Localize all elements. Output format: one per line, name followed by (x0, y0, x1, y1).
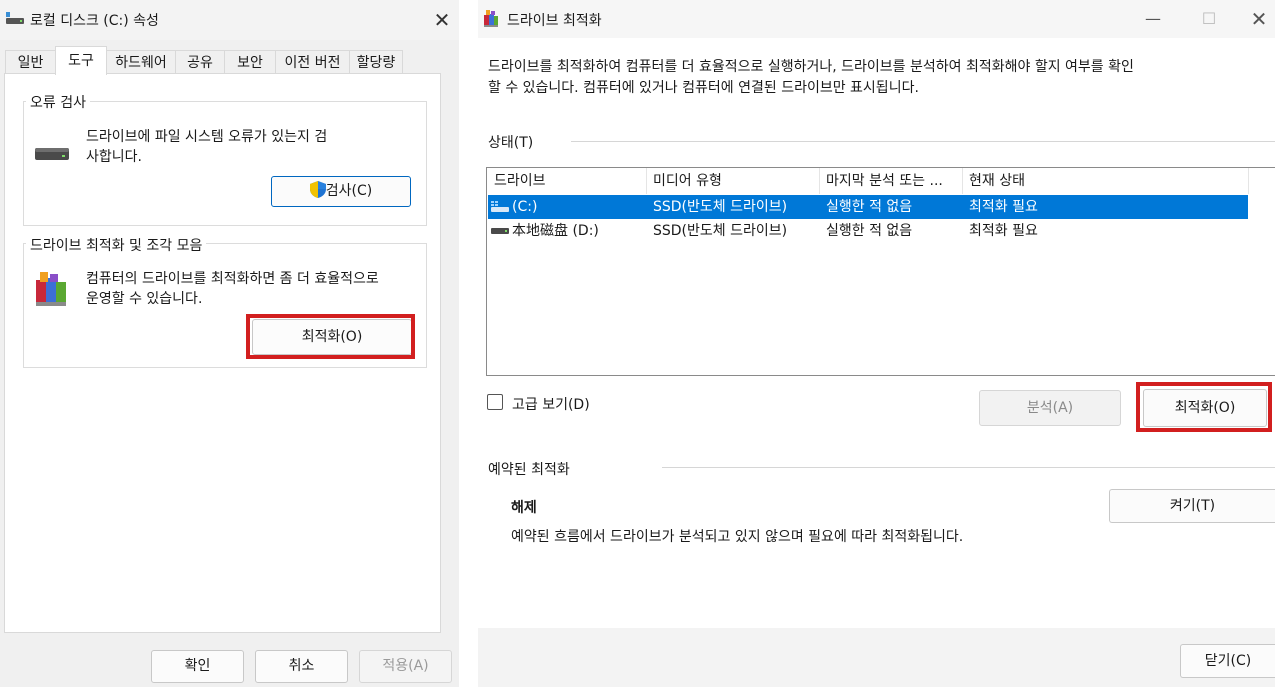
column-media-type[interactable]: 미디어 유형 (647, 168, 820, 194)
analyze-button[interactable]: 분석(A) (979, 390, 1121, 426)
window-gap (459, 0, 478, 687)
optimize-group-label: 드라이브 최적화 및 조각 모음 (26, 235, 207, 255)
column-last-run[interactable]: 마지막 분석 또는 ... (820, 168, 963, 194)
scheduled-label: 예약된 최적화 (488, 462, 570, 478)
drive-icon (6, 12, 24, 24)
uac-shield-icon (309, 181, 326, 198)
optimize-drives-footer (478, 628, 1275, 687)
advanced-view-label[interactable]: 고급 보기(D) (512, 394, 590, 414)
error-check-desc-2: 사합니다. (86, 149, 142, 165)
optimize-drives-title: 드라이브 최적화 (507, 13, 602, 29)
intro-text: 드라이브를 최적화하여 컴퓨터를 더 효율적으로 실행하거나, 드라이브를 분석… (488, 57, 1248, 99)
tab-security[interactable]: 보안 (224, 50, 276, 74)
error-check-group-label: 오류 검사 (26, 92, 90, 112)
defrag-icon (36, 272, 66, 306)
apply-button[interactable]: 적용(A) (359, 650, 452, 683)
drive-row-d[interactable]: 本地磁盘 (D:) SSD(반도체 드라이브) 실행한 적 없음 최적화 필요 (488, 219, 1248, 243)
tab-general[interactable]: 일반 (5, 50, 56, 74)
schedule-state: 해제 (511, 500, 537, 516)
check-button[interactable]: 검사(C) (271, 176, 411, 207)
scheduled-divider (662, 467, 1275, 468)
intro-line-1: 드라이브를 최적화하여 컴퓨터를 더 효율적으로 실행하거나, 드라이브를 분석… (488, 59, 1134, 75)
drive-media: SSD(반도체 드라이브) (653, 223, 788, 239)
turn-on-button[interactable]: 켜기(T) (1109, 489, 1275, 523)
cancel-button[interactable]: 취소 (255, 650, 348, 683)
properties-title: 로컬 디스크 (C:) 속성 (30, 13, 159, 29)
check-button-label: 검사(C) (325, 183, 373, 199)
tab-sharing[interactable]: 공유 (175, 50, 225, 74)
minimize-icon[interactable]: — (1137, 6, 1169, 32)
maximize-icon[interactable]: ☐ (1193, 6, 1225, 32)
status-divider (571, 141, 1275, 142)
schedule-description: 예약된 흐름에서 드라이브가 분석되고 있지 않으며 필요에 따라 최적화됩니다… (511, 529, 964, 545)
tab-quota[interactable]: 할당량 (349, 50, 403, 74)
drive-last-run: 실행한 적 없음 (826, 223, 913, 239)
error-check-group (23, 101, 427, 226)
close-icon[interactable]: ✕ (1243, 6, 1275, 32)
tab-previous-versions[interactable]: 이전 버전 (275, 50, 350, 74)
optimize-desc-2: 운영할 수 있습니다. (86, 291, 203, 307)
highlight-box-left (246, 314, 415, 359)
drive-status: 최적화 필요 (969, 199, 1038, 215)
drive-name: 本地磁盘 (D:) (512, 223, 599, 239)
drive-status: 최적화 필요 (969, 223, 1038, 239)
drive-row-c[interactable]: (C:) SSD(반도체 드라이브) 실행한 적 없음 최적화 필요 (488, 195, 1248, 219)
drive-media: SSD(반도체 드라이브) (653, 199, 788, 215)
hard-drive-icon (35, 148, 69, 160)
highlight-box-right (1136, 382, 1272, 432)
tab-hardware[interactable]: 하드웨어 (106, 50, 176, 74)
column-drive[interactable]: 드라이브 (488, 168, 647, 194)
advanced-view-checkbox[interactable] (487, 394, 503, 410)
error-check-desc-1: 드라이브에 파일 시스템 오류가 있는지 검 (86, 129, 328, 145)
drive-last-run: 실행한 적 없음 (826, 199, 913, 215)
close-button[interactable]: 닫기(C) (1180, 644, 1275, 678)
defrag-icon (484, 10, 498, 27)
status-label: 상태(T) (488, 135, 534, 151)
close-icon[interactable]: ✕ (428, 6, 456, 34)
drive-name: (C:) (512, 199, 538, 215)
tab-tools[interactable]: 도구 (55, 46, 107, 75)
intro-line-2: 할 수 있습니다. 컴퓨터에 있거나 컴퓨터에 연결된 드라이브만 표시됩니다. (488, 80, 919, 96)
optimize-desc-1: 컴퓨터의 드라이브를 최적화하면 좀 더 효율적으로 (86, 271, 379, 287)
column-current-status[interactable]: 현재 상태 (963, 168, 1249, 194)
ok-button[interactable]: 확인 (151, 650, 244, 683)
